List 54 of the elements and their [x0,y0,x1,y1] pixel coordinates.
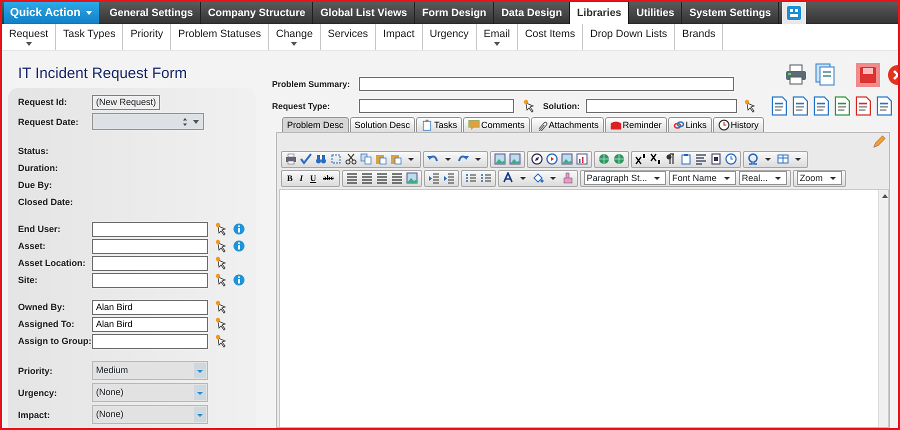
tab[interactable]: Solution Desc [350,116,416,132]
tab[interactable]: Links [668,116,712,132]
library-menu-item[interactable]: Brands [675,24,724,50]
library-menu-item[interactable]: Cost Items [518,24,584,50]
library-menu-item[interactable]: Change [269,24,321,50]
field-label: Request Date: [18,116,80,127]
library-menu-item[interactable]: Task Types [56,24,124,50]
request-id-field: (New Request) [92,94,160,110]
library-menu-item[interactable]: Problem Statuses [171,24,269,50]
form-title: IT Incident Request Form [18,64,188,82]
dropdown[interactable]: (None) [92,405,208,424]
toolbar-dropdown[interactable]: Zoom [796,171,842,186]
library-menu-item[interactable]: Email [476,24,518,50]
toolbar-dropdown[interactable]: Paragraph St... [584,171,666,186]
field-label: Asset: [18,241,47,252]
library-menu-item[interactable]: Priority [123,24,172,50]
field-label: Problem Summary: [272,78,351,89]
field-label: Priority: [18,366,54,376]
field-label: Urgency: [18,388,58,398]
field-label: Due By: [18,180,54,190]
field-label: Asset Location: [18,258,87,268]
dropdown[interactable]: (None) [92,383,208,402]
format-button[interactable]: B [285,173,295,184]
input-field[interactable]: Alan Bird [92,316,208,332]
dropdown[interactable]: Medium [92,361,208,380]
field-label: Request Type: [272,100,331,111]
field-label: Request Id: [18,97,68,108]
toolbar-dropdown[interactable]: Real... [738,171,787,186]
library-menu-item[interactable]: Impact [376,24,423,50]
format-button[interactable]: U [308,173,318,184]
tab[interactable]: Reminder [604,116,667,132]
toolbar-dropdown[interactable]: Font Name [669,171,736,186]
field-label: Closed Date: [18,197,74,208]
tab[interactable]: Comments [463,116,530,132]
field-label: Solution: [543,100,580,111]
library-menu-item[interactable]: Urgency [422,24,477,50]
tab[interactable]: Attachments [530,116,604,132]
field-label: Owned By: [18,302,66,312]
library-menu-item[interactable]: Services [320,24,376,50]
field-label: Assign to Group: [18,336,92,346]
field-label: Assigned To: [18,319,76,330]
tab[interactable]: History [712,116,764,132]
library-menu-item[interactable]: Request [2,24,56,50]
field-label: End User: [18,224,62,234]
input-field[interactable]: Alan Bird [92,300,208,315]
nav-tab[interactable]: Libraries [570,2,630,24]
field-label: Status: [18,146,50,156]
field-label: Impact: [18,410,52,420]
tab[interactable]: Tasks [416,116,462,132]
field-label: Site: [18,275,39,286]
tab[interactable]: Problem Desc [282,116,349,132]
field-label: Duration: [18,163,59,174]
format-button[interactable]: I [298,173,305,184]
library-menu-item[interactable]: Drop Down Lists [583,24,676,50]
